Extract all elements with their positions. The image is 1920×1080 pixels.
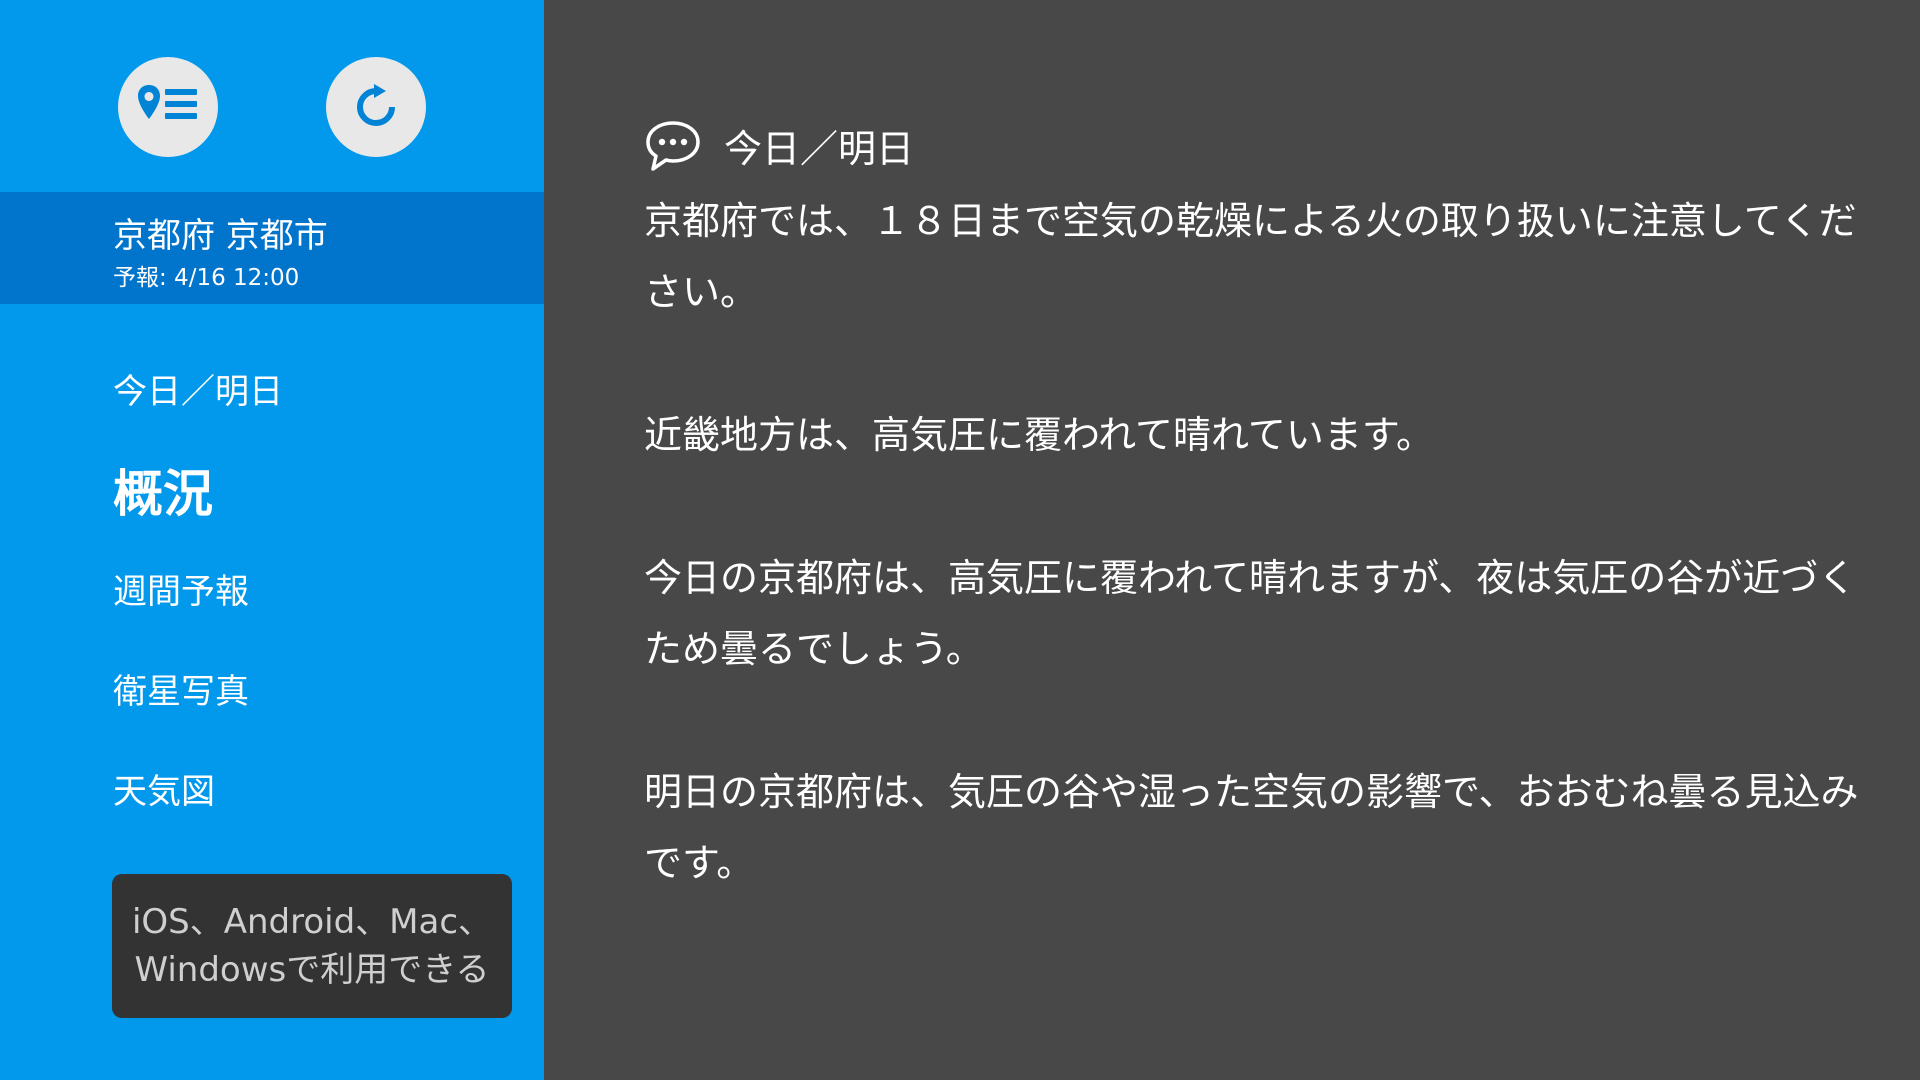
sidebar-item-today-tomorrow[interactable]: 今日／明日 xyxy=(113,364,283,413)
platform-promo-banner[interactable]: iOS、Android、Mac、 Windowsで利用できる xyxy=(112,874,512,1018)
sidebar-item-weekly-forecast[interactable]: 週間予報 xyxy=(113,564,249,613)
promo-line-1: iOS、Android、Mac、 xyxy=(131,902,493,942)
location-name: 京都府 京都市 xyxy=(113,216,328,256)
sidebar-item-satellite-photo[interactable]: 衛星写真 xyxy=(113,664,249,713)
section-title: 今日／明日 xyxy=(724,127,915,171)
promo-line-2: Windowsで利用できる xyxy=(134,950,490,990)
forecast-text: 京都府では、１８日まで空気の乾燥による火の取り扱いに注意してください。 近畿地方… xyxy=(644,186,1874,971)
forecast-paragraph: 今日の京都府は、高気圧に覆われて晴れますが、夜は気圧の谷が近づくため曇るでしょう… xyxy=(644,556,1857,671)
refresh-button[interactable] xyxy=(326,57,426,157)
section-header: 今日／明日 xyxy=(644,118,914,173)
forecast-time: 予報: 4/16 12:00 xyxy=(113,265,300,291)
location-list-icon xyxy=(138,85,197,119)
forecast-paragraph: 京都府では、１８日まで空気の乾燥による火の取り扱いに注意してください。 xyxy=(644,199,1857,314)
main-content: 今日／明日 京都府では、１８日まで空気の乾燥による火の取り扱いに注意してください… xyxy=(544,0,1920,1080)
sidebar: 京都府 京都市 予報: 4/16 12:00 今日／明日 概況 週間予報 衛星写… xyxy=(0,0,544,1080)
forecast-paragraph: 近畿地方は、高気圧に覆われて晴れています。 xyxy=(644,413,1435,457)
location-list-button[interactable] xyxy=(118,57,218,157)
speech-bubble-icon xyxy=(646,120,700,171)
forecast-paragraph: 明日の京都府は、気圧の谷や湿った空気の影響で、おおむね曇る見込みです。 xyxy=(644,770,1859,885)
sidebar-item-weather-map[interactable]: 天気図 xyxy=(113,764,215,813)
refresh-icon xyxy=(357,84,395,126)
app-window: 京都府 京都市 予報: 4/16 12:00 今日／明日 概況 週間予報 衛星写… xyxy=(0,0,1920,1080)
toolbar xyxy=(0,0,544,192)
current-location[interactable]: 京都府 京都市 予報: 4/16 12:00 xyxy=(0,192,544,304)
sidebar-item-overview[interactable]: 概況 xyxy=(113,454,213,526)
